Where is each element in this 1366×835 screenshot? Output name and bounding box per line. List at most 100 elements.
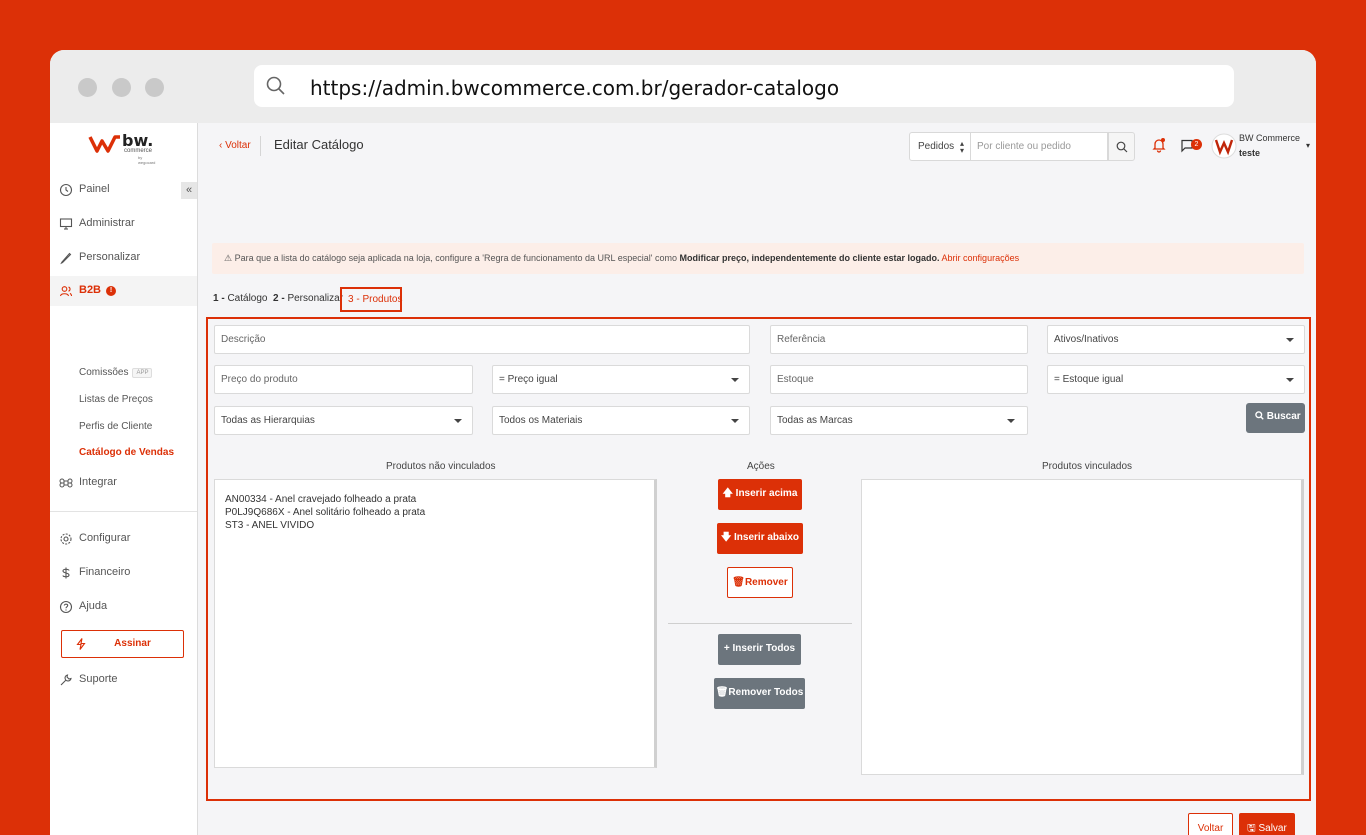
step-label: Catálogo bbox=[227, 293, 268, 304]
order-search-input[interactable]: Por cliente ou pedido bbox=[971, 132, 1108, 161]
insert-all-button[interactable]: + Inserir Todos bbox=[718, 634, 801, 665]
sidebar-item-b2b[interactable]: B2B! bbox=[50, 276, 197, 306]
app-tag: APP bbox=[132, 368, 153, 378]
browser-chrome: https://admin.bwcommerce.com.br/gerador-… bbox=[50, 50, 1316, 123]
sidebar-item-integrar[interactable]: Integrar bbox=[50, 468, 197, 498]
search-type-select[interactable]: Pedidos ▴ ▾ bbox=[909, 132, 971, 161]
products-panel: Descrição Referência Ativos/Inativos Pre… bbox=[206, 317, 1311, 801]
sidebar-item-label: Ajuda bbox=[79, 600, 108, 612]
page-title: Editar Catálogo bbox=[274, 137, 364, 152]
window-minimize-dot[interactable] bbox=[112, 78, 131, 97]
sidebar-divider bbox=[50, 511, 197, 512]
open-settings-link[interactable]: Abrir configurações bbox=[942, 253, 1020, 263]
window-maximize-dot[interactable] bbox=[145, 78, 164, 97]
sidebar: bw. commerce by wegocard « Painel Admini… bbox=[50, 123, 198, 835]
sidebar-item-financeiro[interactable]: Financeiro bbox=[50, 558, 197, 588]
search-button[interactable]: Buscar bbox=[1246, 403, 1305, 433]
bell-icon[interactable] bbox=[1151, 137, 1167, 153]
sidebar-item-administrar[interactable]: Administrar bbox=[50, 209, 197, 239]
clock-icon bbox=[59, 183, 73, 197]
status-select[interactable]: Ativos/Inativos bbox=[1047, 325, 1305, 354]
gear-icon bbox=[60, 533, 72, 545]
brands-select[interactable]: Todas as Marcas bbox=[770, 406, 1028, 435]
subitem-label: Comissões bbox=[79, 367, 129, 378]
search-icon bbox=[266, 76, 285, 95]
search-icon bbox=[1116, 141, 1128, 153]
chevron-down-icon bbox=[1286, 338, 1294, 342]
step-catalogo[interactable]: 1 - Catálogo bbox=[213, 293, 267, 304]
price-operator-select[interactable]: = Preço igual bbox=[492, 365, 750, 394]
remove-button[interactable]: 🗑Remover bbox=[727, 567, 793, 598]
list-item[interactable]: AN00334 - Anel cravejado folheado a prat… bbox=[225, 493, 654, 506]
logo[interactable]: bw. commerce by wegocard bbox=[88, 129, 160, 165]
insert-all-label: Inserir Todos bbox=[732, 643, 796, 654]
assinar-button[interactable]: Assinar bbox=[61, 630, 184, 658]
sidebar-item-label: Personalizar bbox=[79, 251, 141, 263]
sidebar-item-ajuda[interactable]: Ajuda bbox=[50, 592, 197, 622]
sidebar-item-personalizar[interactable]: Personalizar bbox=[50, 243, 197, 273]
header-separator bbox=[260, 136, 261, 156]
save-button[interactable]: 🖫 Salvar bbox=[1239, 813, 1295, 835]
sidebar-subitem-comissoes[interactable]: Comissões APP bbox=[79, 367, 153, 378]
step-produtos[interactable]: 3 - Produtos bbox=[340, 287, 402, 312]
sidebar-item-label: Suporte bbox=[79, 673, 118, 685]
description-input[interactable]: Descrição bbox=[214, 325, 750, 354]
sidebar-item-painel[interactable]: Painel bbox=[50, 175, 197, 205]
insert-below-button[interactable]: 🡇 Inserir abaixo bbox=[717, 523, 803, 554]
order-search-button[interactable] bbox=[1108, 132, 1135, 161]
status-value: Ativos/Inativos bbox=[1054, 334, 1119, 345]
url-text: https://admin.bwcommerce.com.br/gerador-… bbox=[310, 76, 840, 100]
sidebar-item-label: Integrar bbox=[79, 476, 117, 488]
stock-operator-select[interactable]: = Estoque igual bbox=[1047, 365, 1305, 394]
step-personalizar[interactable]: 2 - Personalizar bbox=[273, 293, 343, 304]
logo-sub: commerce bbox=[124, 148, 153, 154]
dollar-icon bbox=[62, 567, 70, 579]
search-type-value: Pedidos bbox=[918, 141, 955, 152]
avatar[interactable] bbox=[1211, 131, 1237, 161]
chevron-down-icon[interactable]: ▾ bbox=[1306, 141, 1310, 150]
back-label: Voltar bbox=[225, 140, 251, 151]
warning-icon: ⚠ bbox=[224, 253, 233, 263]
command-icon bbox=[59, 478, 73, 488]
linked-products-title: Produtos vinculados bbox=[1042, 461, 1133, 472]
materials-select[interactable]: Todos os Materiais bbox=[492, 406, 750, 435]
logo-mark-icon bbox=[88, 135, 120, 153]
search-icon bbox=[1255, 411, 1264, 420]
linked-products-list[interactable] bbox=[861, 479, 1304, 775]
save-label: Salvar bbox=[1258, 823, 1287, 834]
sidebar-item-configurar[interactable]: Configurar bbox=[50, 524, 197, 554]
stock-input[interactable]: Estoque bbox=[770, 365, 1028, 394]
insert-above-button[interactable]: 🡅 Inserir acima bbox=[718, 479, 802, 510]
back-button[interactable]: Voltar bbox=[1188, 813, 1233, 835]
sidebar-subitem-listas-precos[interactable]: Listas de Preços bbox=[79, 394, 153, 405]
trash-icon: 🗑 bbox=[715, 687, 729, 698]
sidebar-subitem-catalogo-vendas[interactable]: Catálogo de Vendas bbox=[79, 447, 174, 458]
list-item[interactable]: P0LJ9Q686X - Anel solitário folheado a p… bbox=[225, 506, 654, 519]
list-item[interactable]: ST3 - ANEL VIVIDO bbox=[225, 519, 654, 532]
remove-all-label: Remover Todos bbox=[728, 687, 804, 698]
users-icon bbox=[59, 286, 73, 297]
sidebar-subitem-perfis-cliente[interactable]: Perfis de Cliente bbox=[79, 421, 152, 432]
actions-title: Ações bbox=[747, 461, 775, 472]
back-link[interactable]: ‹ Voltar bbox=[219, 140, 251, 151]
remove-all-button[interactable]: 🗑Remover Todos bbox=[714, 678, 805, 709]
unlinked-products-list[interactable]: AN00334 - Anel cravejado folheado a prat… bbox=[214, 479, 657, 768]
sidebar-item-label: Administrar bbox=[79, 217, 135, 229]
user-name[interactable]: BW Commerce bbox=[1239, 133, 1300, 143]
logo-sub2: by wegocard bbox=[138, 155, 156, 165]
user-store[interactable]: teste bbox=[1239, 148, 1260, 158]
window-close-dot[interactable] bbox=[78, 78, 97, 97]
sidebar-item-label: Financeiro bbox=[79, 566, 131, 578]
app-area: bw. commerce by wegocard « Painel Admini… bbox=[50, 123, 1316, 835]
step-label: Personalizar bbox=[287, 293, 344, 304]
sidebar-item-suporte[interactable]: Suporte bbox=[50, 665, 197, 695]
browser-window: https://admin.bwcommerce.com.br/gerador-… bbox=[50, 50, 1316, 835]
reference-input[interactable]: Referência bbox=[770, 325, 1028, 354]
trash-icon: 🗑 bbox=[732, 577, 745, 588]
address-bar[interactable]: https://admin.bwcommerce.com.br/gerador-… bbox=[254, 65, 1234, 107]
save-icon: 🖫 bbox=[1247, 823, 1256, 834]
unlinked-products-title: Produtos não vinculados bbox=[386, 461, 496, 472]
price-input[interactable]: Preço do produto bbox=[214, 365, 473, 394]
hierarchy-select[interactable]: Todas as Hierarquias bbox=[214, 406, 473, 435]
step-number: 1 - bbox=[213, 293, 225, 304]
